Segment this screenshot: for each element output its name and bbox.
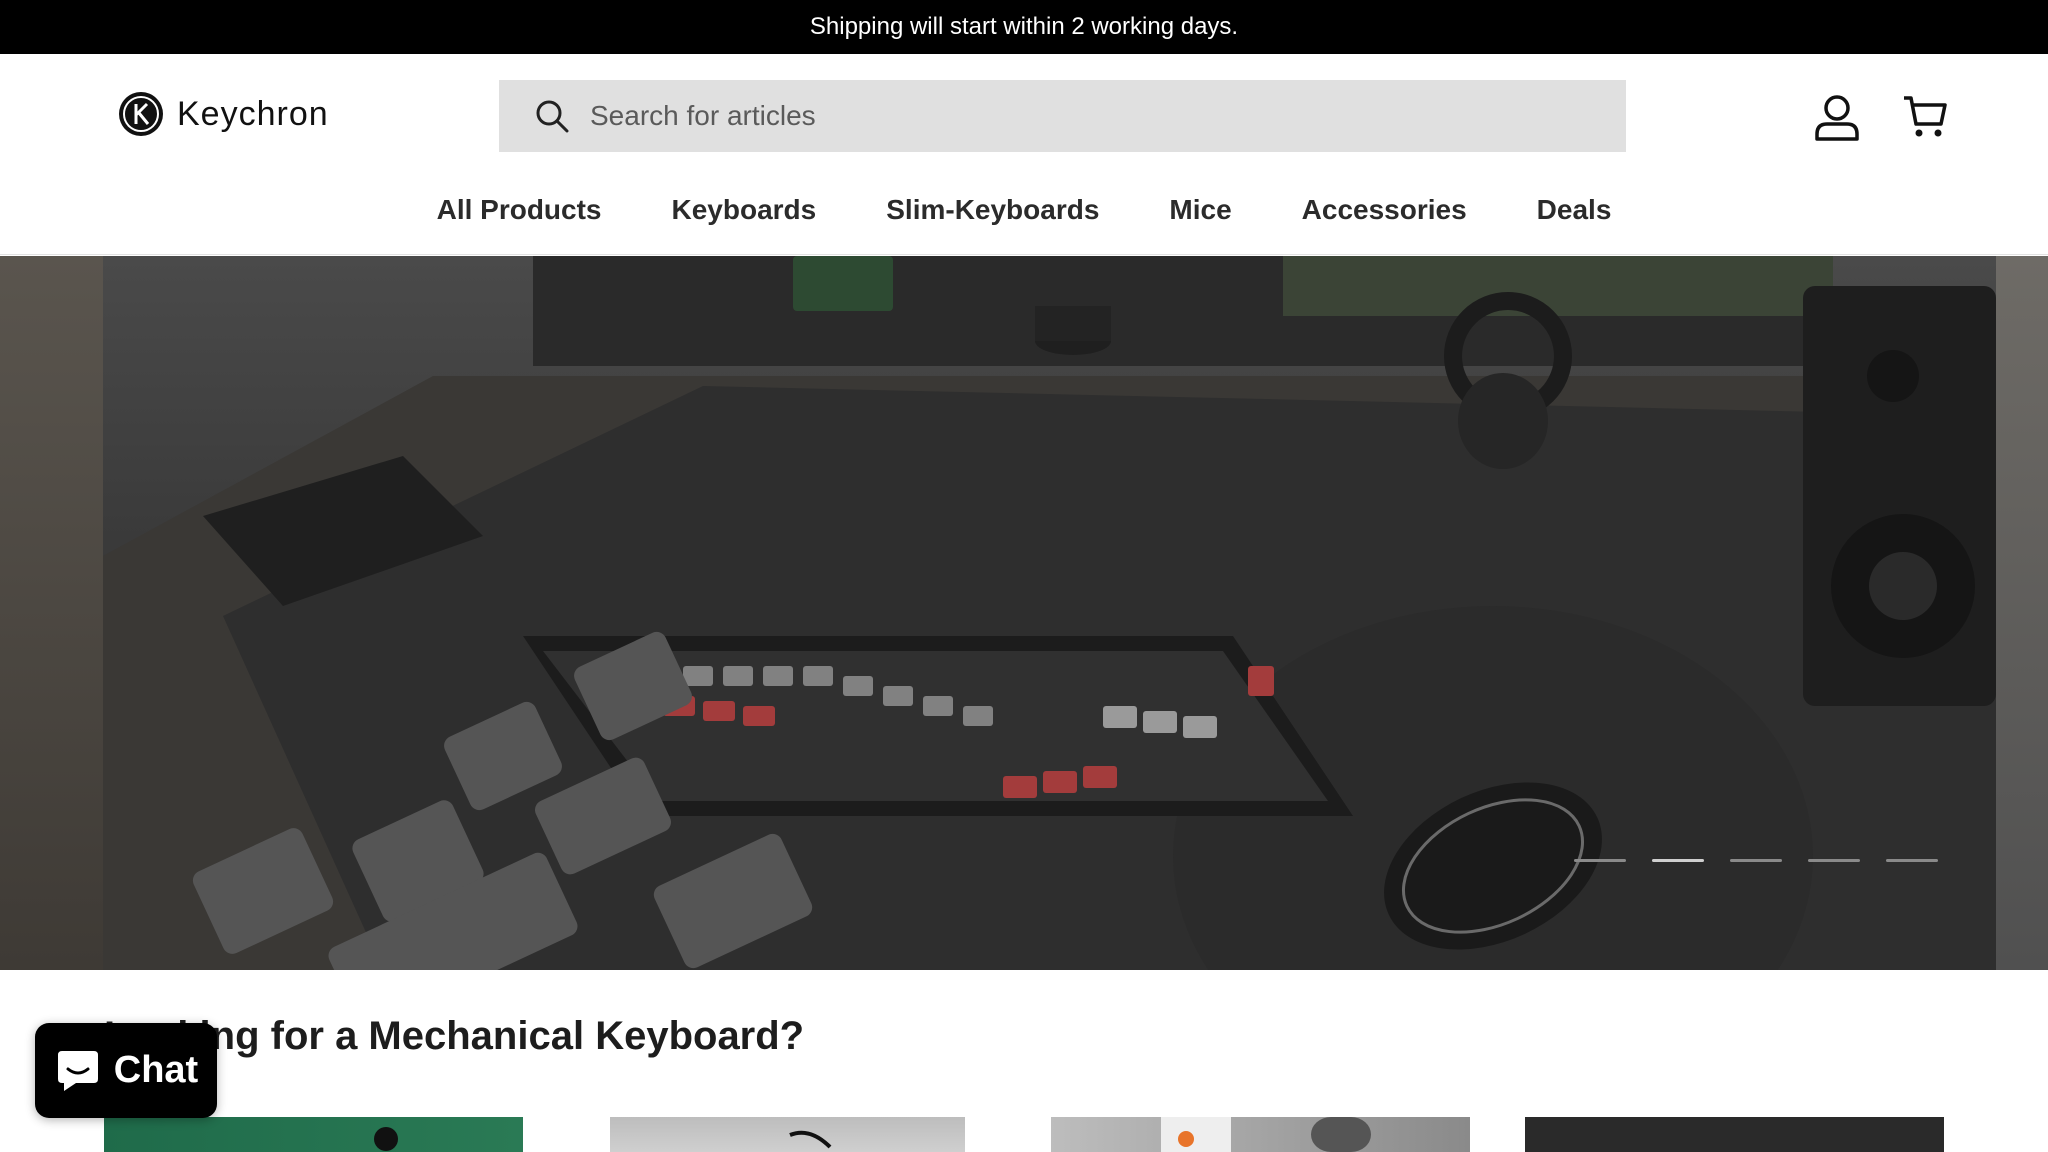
desk-setup-illustration <box>103 256 1996 970</box>
site-header: Keychron All Products Keyboards Slim-Key… <box>0 54 2048 255</box>
carousel-pagination <box>1574 859 1938 862</box>
nav-item-keyboards[interactable]: Keyboards <box>672 194 817 226</box>
hero-next-slide-peek[interactable] <box>1996 256 2048 970</box>
thumbnail-2-image <box>789 1130 832 1149</box>
search-bar[interactable] <box>499 80 1626 152</box>
search-icon[interactable] <box>534 98 570 134</box>
chat-button[interactable]: Chat <box>35 1023 217 1118</box>
announcement-text: Shipping will start within 2 working day… <box>809 13 1239 40</box>
hero-carousel[interactable] <box>0 256 2048 970</box>
nav-item-deals[interactable]: Deals <box>1537 194 1612 226</box>
cart-icon[interactable] <box>1902 94 1948 140</box>
carousel-dot-4[interactable] <box>1808 859 1860 862</box>
account-icon[interactable] <box>1812 92 1862 142</box>
chat-label: Chat <box>113 1049 199 1091</box>
thumbnail-3-image <box>1161 1117 1371 1152</box>
carousel-dot-5[interactable] <box>1886 859 1938 862</box>
brand-name: Keychron <box>177 94 329 133</box>
keychron-logo-icon <box>119 92 163 136</box>
main-nav: All Products Keyboards Slim-Keyboards Mi… <box>0 194 2048 226</box>
nav-item-mice[interactable]: Mice <box>1169 194 1231 226</box>
hero-slide-image <box>103 256 1996 970</box>
hero-prev-slide-peek[interactable] <box>0 256 103 970</box>
search-input[interactable] <box>590 100 1490 132</box>
carousel-dot-3[interactable] <box>1730 859 1782 862</box>
carousel-dot-1[interactable] <box>1574 859 1626 862</box>
thumbnail-2[interactable] <box>610 1117 965 1152</box>
carousel-dot-2[interactable] <box>1652 859 1704 862</box>
chat-bubble-icon <box>57 1050 98 1091</box>
thumbnail-3[interactable] <box>1051 1117 1470 1152</box>
nav-item-all-products[interactable]: All Products <box>437 194 602 226</box>
product-thumbnails <box>0 1117 2048 1152</box>
brand-logo[interactable]: Keychron <box>117 90 329 138</box>
thumbnail-4[interactable] <box>1525 1117 1944 1152</box>
thumbnail-1[interactable] <box>104 1117 523 1152</box>
thumbnail-1-image <box>374 1127 398 1151</box>
nav-item-accessories[interactable]: Accessories <box>1302 194 1467 226</box>
announcement-bar: Shipping will start within 2 working day… <box>0 0 2048 54</box>
nav-item-slim-keyboards[interactable]: Slim-Keyboards <box>886 194 1099 226</box>
